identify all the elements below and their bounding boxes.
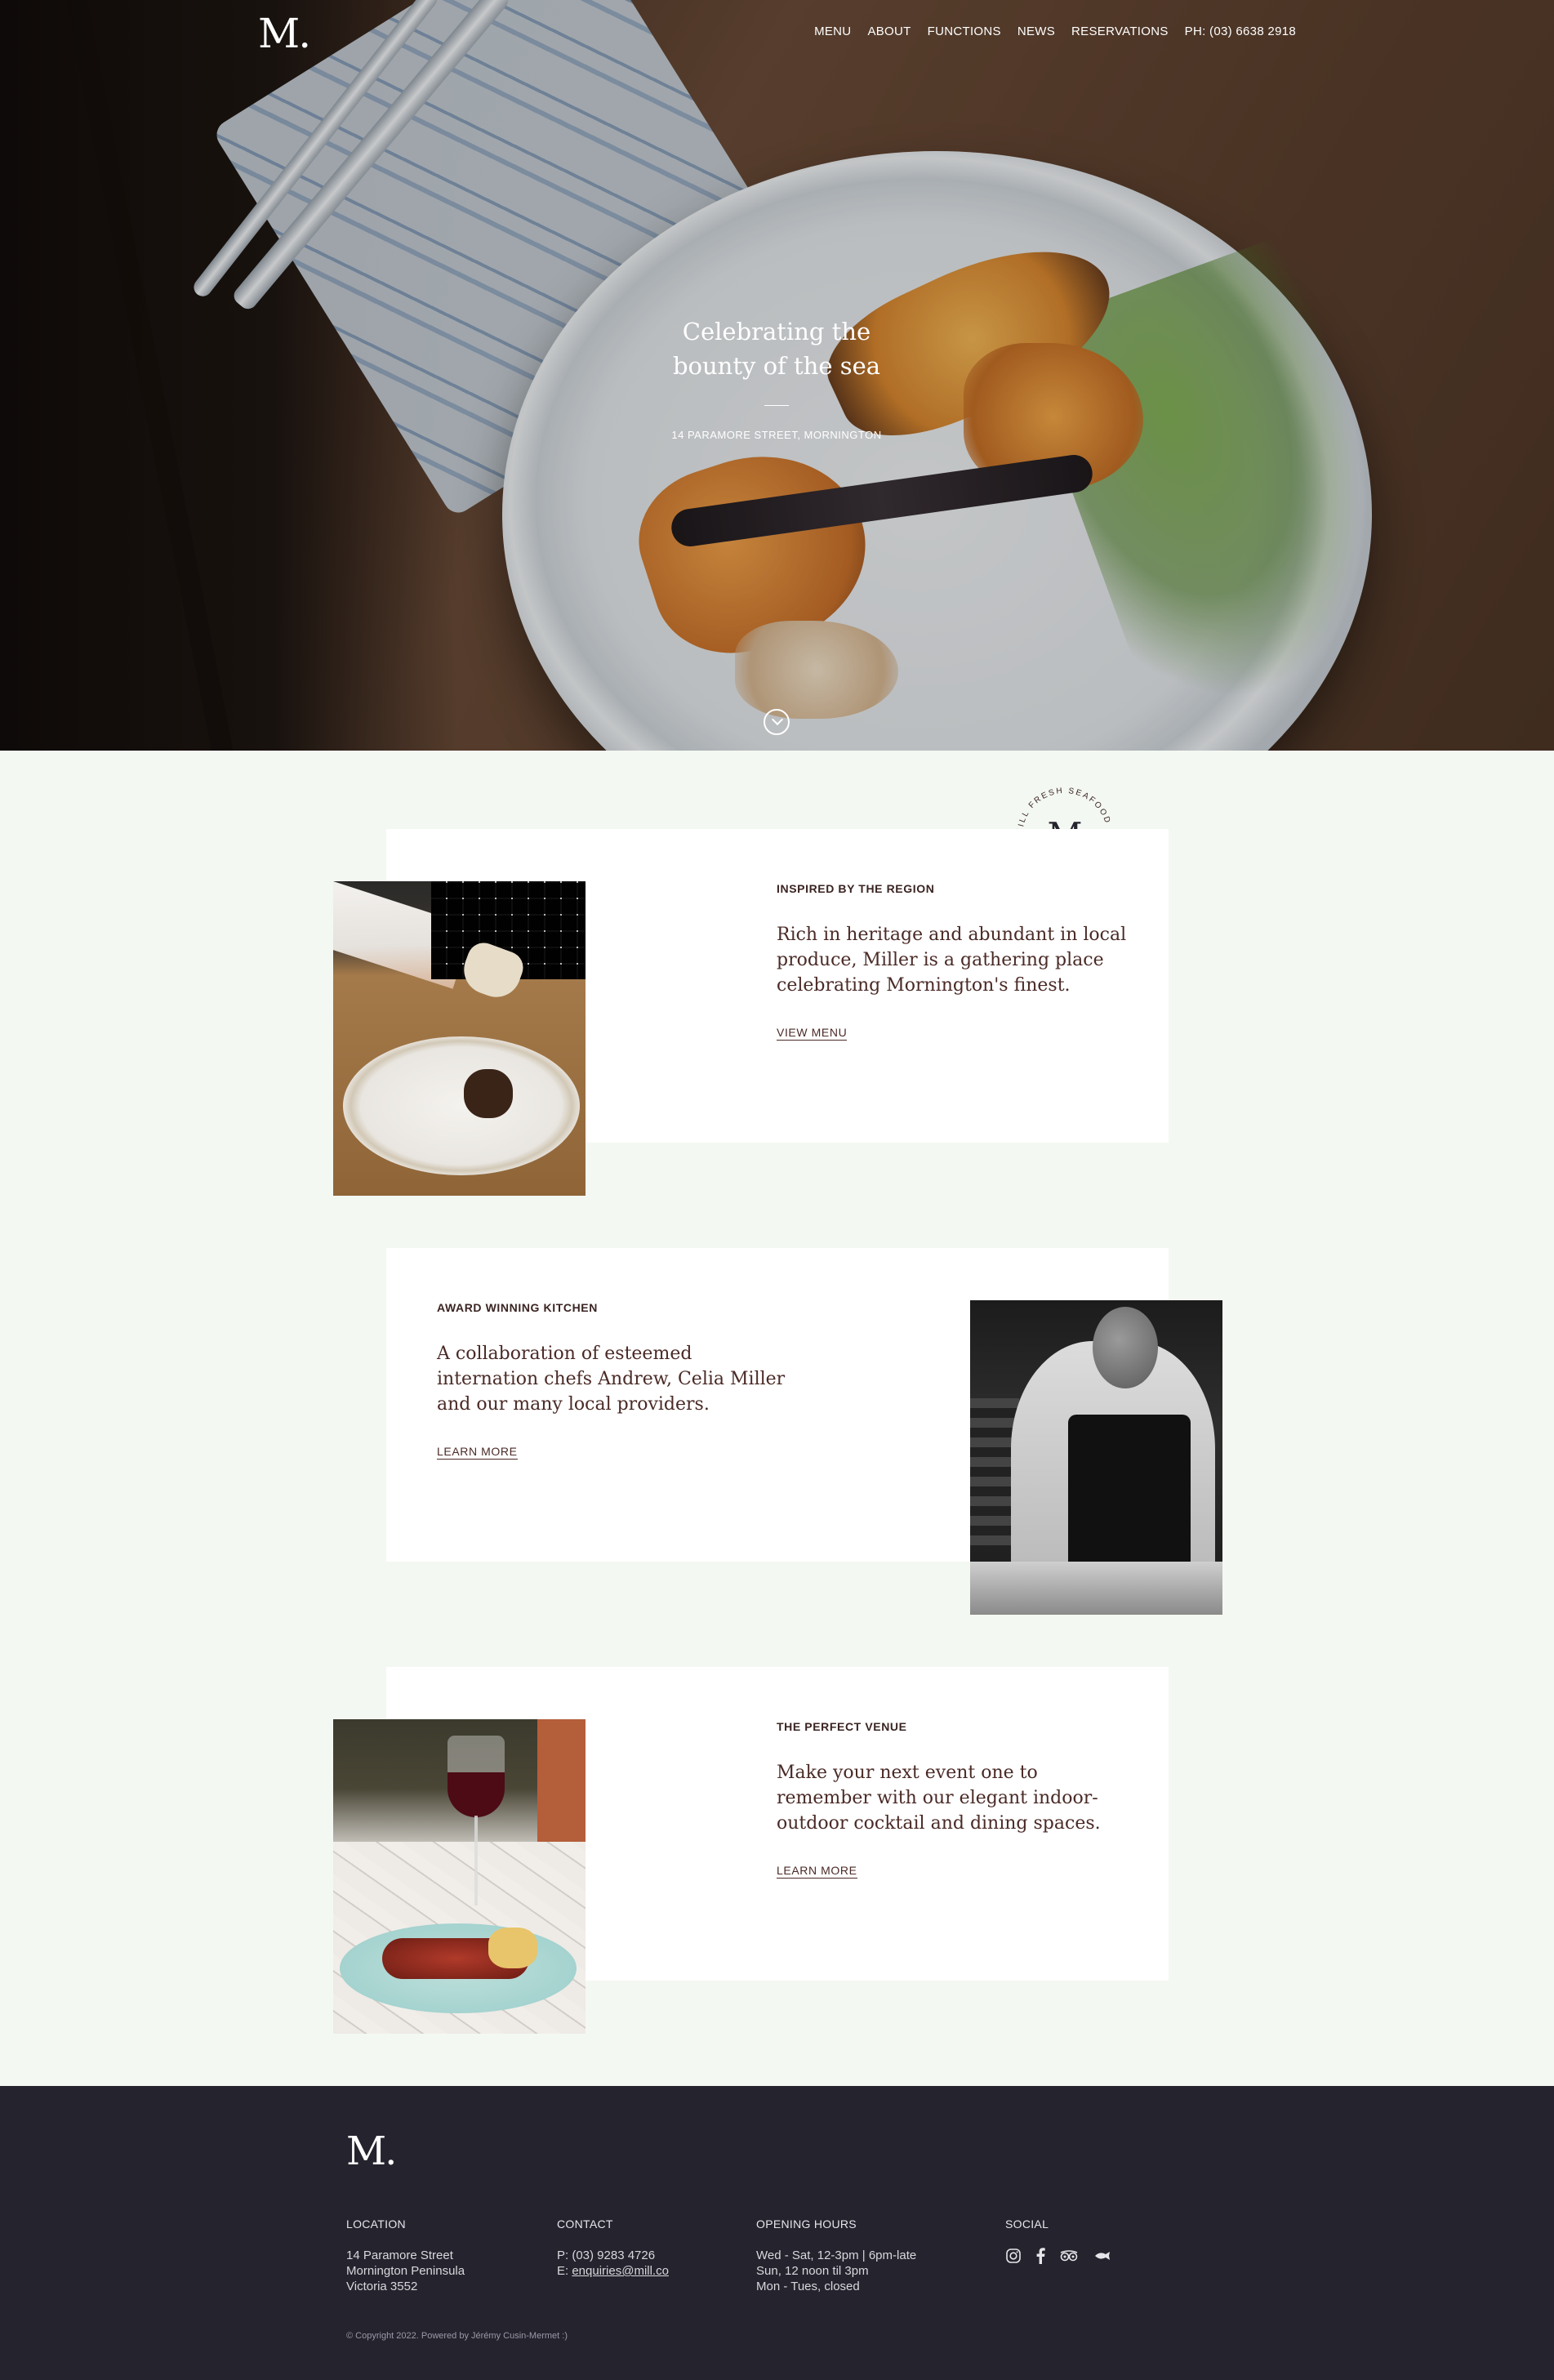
photo-meat: [464, 1069, 513, 1118]
nav-news[interactable]: NEWS: [1017, 25, 1055, 38]
photo-wine-octopus: [333, 1719, 586, 2034]
nav-functions[interactable]: FUNCTIONS: [928, 25, 1001, 38]
copyright-text: © Copyright 2022. Powered by Jérémy Cusi…: [346, 2331, 568, 2341]
instagram-icon[interactable]: [1005, 2248, 1022, 2268]
photo-wall: [537, 1719, 586, 1858]
photo-glass-stem: [474, 1816, 478, 1905]
tripadvisor-icon[interactable]: [1059, 2249, 1079, 2266]
section-kicker: INSPIRED BY THE REGION: [777, 882, 935, 895]
footer-social-heading: SOCIAL: [1005, 2217, 1049, 2231]
hero-title-line1: Celebrating the: [682, 318, 871, 345]
site-logo[interactable]: M.: [258, 10, 311, 57]
footer-location-line: Victoria 3552: [346, 2280, 418, 2293]
footer-hours-line: Wed - Sat, 12-3pm | 6pm-late: [756, 2249, 917, 2262]
photo-plate: [343, 1036, 580, 1175]
footer-phone[interactable]: P: (03) 9283 4726: [557, 2248, 669, 2263]
footer-location-line: 14 Paramore Street: [346, 2249, 453, 2262]
footer-email-prefix: E:: [557, 2264, 572, 2278]
footer-hours: OPENING HOURS Wed - Sat, 12-3pm | 6pm-la…: [756, 2217, 916, 2294]
nav-reservations[interactable]: RESERVATIONS: [1071, 25, 1169, 38]
footer-hours-line: Sun, 12 noon til 3pm: [756, 2264, 869, 2278]
scroll-down-icon[interactable]: [764, 709, 790, 735]
hero-divider: [764, 405, 789, 406]
section-kicker: AWARD WINNING KITCHEN: [437, 1301, 598, 1314]
footer-location-heading: LOCATION: [346, 2217, 406, 2231]
site-footer: M. LOCATION 14 Paramore Street Morningto…: [0, 2086, 1554, 2380]
hero-address: 14 PARAMORE STREET, MORNINGTON: [671, 429, 882, 441]
nav-menu[interactable]: MENU: [814, 25, 851, 38]
facebook-icon[interactable]: [1035, 2248, 1046, 2268]
section-lede: Make your next event one to remember wit…: [777, 1763, 1101, 1834]
hero-title: Celebrating the bounty of the sea: [613, 314, 940, 383]
footer-contact-heading: CONTACT: [557, 2217, 613, 2231]
footer-hours-line: Mon - Tues, closed: [756, 2280, 860, 2293]
photo-lemon: [488, 1928, 537, 1968]
learn-more-kitchen-link[interactable]: LEARN MORE: [437, 1445, 518, 1460]
footer-logo[interactable]: M.: [346, 2128, 397, 2174]
footer-email-link[interactable]: enquiries@mill.co: [572, 2264, 669, 2278]
social-links: [1005, 2248, 1111, 2268]
photo-bench: [970, 1562, 1222, 1615]
photo-sauce-pour: [333, 881, 586, 1196]
section-lede: Rich in heritage and abundant in local p…: [777, 925, 1127, 996]
photo-chef: [970, 1300, 1222, 1615]
nav-about[interactable]: ABOUT: [867, 25, 911, 38]
main-nav: MENU ABOUT FUNCTIONS NEWS RESERVATIONS P…: [814, 25, 1296, 38]
photo-wine-glass: [447, 1736, 505, 1817]
learn-more-venue-link[interactable]: LEARN MORE: [777, 1864, 857, 1879]
view-menu-link[interactable]: VIEW MENU: [777, 1026, 848, 1041]
fish-icon[interactable]: [1092, 2250, 1111, 2266]
footer-location: LOCATION 14 Paramore Street Mornington P…: [346, 2217, 465, 2294]
footer-location-line: Mornington Peninsula: [346, 2264, 465, 2278]
section-kicker: THE PERFECT VENUE: [777, 1720, 907, 1733]
nav-phone[interactable]: PH: (03) 6638 2918: [1185, 25, 1296, 38]
footer-social: SOCIAL: [1005, 2217, 1111, 2268]
footer-email-row: E: enquiries@mill.co: [557, 2263, 669, 2279]
hero-title-line2: bounty of the sea: [672, 352, 881, 380]
footer-hours-heading: OPENING HOURS: [756, 2217, 857, 2231]
photo-head: [1093, 1307, 1158, 1388]
footer-contact: CONTACT P: (03) 9283 4726 E: enquiries@m…: [557, 2217, 669, 2279]
section-lede: A collaboration of esteemed internation …: [437, 1344, 786, 1415]
